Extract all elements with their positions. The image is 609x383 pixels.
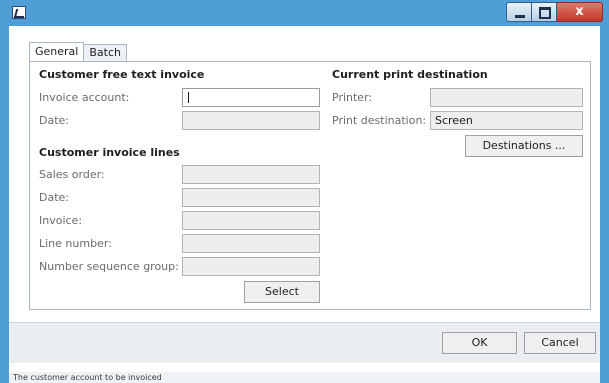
line-date-label: Date: [39, 191, 69, 204]
invoice-lines-heading: Customer invoice lines [39, 146, 180, 159]
app-icon [12, 6, 26, 19]
cancel-button[interactable]: Cancel [524, 332, 596, 354]
status-bar: The customer account to be invoiced [9, 372, 600, 383]
tab-strip: General Batch [29, 42, 127, 61]
number-sequence-group-label: Number sequence group: [39, 260, 179, 273]
print-destination-label: Print destination: [332, 114, 427, 127]
printer-label: Printer: [332, 91, 373, 104]
close-icon: x [575, 4, 584, 19]
tab-batch[interactable]: Batch [84, 44, 127, 61]
maximize-button[interactable] [532, 2, 557, 22]
sales-order-field[interactable] [182, 165, 320, 184]
print-destination-field[interactable]: Screen [430, 111, 583, 130]
dialog-client-area: General Batch Customer free text invoice… [9, 26, 600, 372]
minimize-button[interactable] [506, 2, 532, 22]
content-area: General Batch Customer free text invoice… [9, 26, 600, 322]
number-sequence-group-field[interactable] [182, 257, 320, 276]
printer-field[interactable] [430, 88, 583, 107]
tab-general[interactable]: General [29, 42, 85, 61]
tab-panel-general: Customer free text invoice Invoice accou… [29, 61, 591, 310]
line-number-label: Line number: [39, 237, 112, 250]
invoice-label: Invoice: [39, 214, 83, 227]
free-text-invoice-heading: Customer free text invoice [39, 68, 205, 81]
sales-order-label: Sales order: [39, 168, 105, 181]
dialog-window: x General Batch Customer free text invoi… [0, 0, 609, 383]
destinations-button[interactable]: Destinations ... [465, 135, 583, 157]
select-button[interactable]: Select [244, 281, 320, 303]
status-text: The customer account to be invoiced [13, 373, 162, 382]
date-label: Date: [39, 114, 69, 127]
line-date-field[interactable] [182, 188, 320, 207]
invoice-account-field[interactable] [182, 88, 320, 107]
line-number-field[interactable] [182, 234, 320, 253]
text-caret [188, 92, 189, 103]
ok-button[interactable]: OK [442, 332, 517, 354]
window-controls: x [506, 2, 603, 22]
close-button[interactable]: x [557, 2, 603, 22]
invoice-field[interactable] [182, 211, 320, 230]
title-bar[interactable]: x [0, 0, 609, 26]
dialog-footer: OK Cancel [9, 322, 600, 363]
print-destination-heading: Current print destination [332, 68, 488, 81]
date-field[interactable] [182, 111, 320, 130]
invoice-account-label: Invoice account: [39, 91, 130, 104]
